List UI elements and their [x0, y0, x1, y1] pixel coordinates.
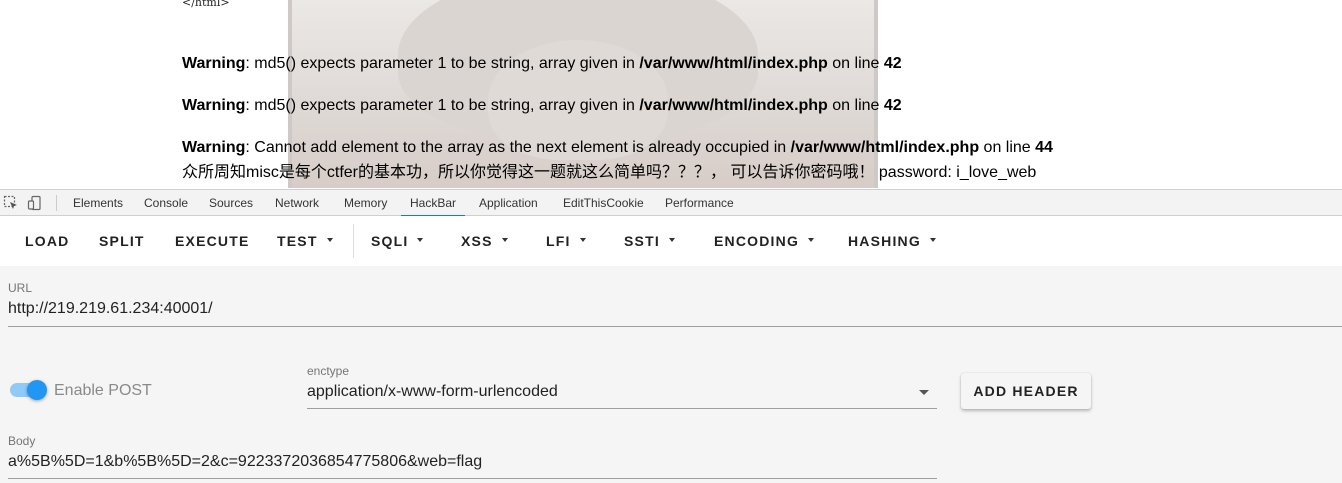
- ssti-menu-label: SSTI: [624, 233, 660, 249]
- tab-editthiscookie[interactable]: EditThisCookie: [554, 190, 653, 216]
- sqli-menu[interactable]: SQLI: [371, 216, 424, 266]
- encoding-menu-label: ENCODING: [714, 233, 800, 249]
- device-toolbar-icon[interactable]: [27, 195, 43, 211]
- tab-hackbar[interactable]: HackBar: [401, 190, 466, 217]
- hashing-menu[interactable]: HASHING: [848, 216, 936, 266]
- warning-message: : md5() expects parameter 1 to be string…: [245, 55, 640, 72]
- add-header-button[interactable]: ADD HEADER: [961, 373, 1091, 409]
- hackbar-toolbar: LOAD SPLIT EXECUTE TEST SQLI XSS LFI SST…: [0, 216, 1342, 266]
- php-warning: Warning: md5() expects parameter 1 to be…: [182, 55, 902, 73]
- warning-line-number: 44: [1035, 139, 1053, 156]
- sqli-menu-label: SQLI: [371, 233, 409, 249]
- hackbar-panel: URL http://219.219.61.234:40001/ Enable …: [0, 266, 1342, 483]
- tab-sources[interactable]: Sources: [200, 190, 262, 216]
- warning-on-line: on line: [827, 55, 884, 72]
- page-viewport: </html> Warning: md5() expects parameter…: [0, 0, 1342, 188]
- lfi-menu-label: LFI: [546, 233, 571, 249]
- tab-elements[interactable]: Elements: [64, 190, 132, 216]
- warning-line-number: 42: [883, 97, 902, 114]
- enable-post-label: Enable POST: [54, 382, 152, 399]
- test-menu-label: TEST: [277, 233, 318, 249]
- warning-file: /var/www/html/index.php: [639, 97, 828, 114]
- load-button[interactable]: LOAD: [25, 216, 69, 266]
- toolbar-divider: [353, 224, 354, 258]
- warning-file: /var/www/html/index.php: [790, 139, 980, 156]
- warning-on-line: on line: [827, 97, 884, 114]
- warning-file: /var/www/html/index.php: [639, 55, 828, 72]
- enctype-select[interactable]: application/x-www-form-urlencoded: [307, 383, 558, 401]
- devtools-tab-bar: Elements Console Sources Network Memory …: [0, 189, 1342, 217]
- inspect-element-icon[interactable]: [3, 195, 19, 211]
- php-warning: Warning: md5() expects parameter 1 to be…: [182, 97, 902, 115]
- chevron-down-icon: [417, 238, 424, 243]
- chevron-down-icon: [501, 238, 508, 243]
- tab-network[interactable]: Network: [266, 190, 328, 216]
- xss-menu[interactable]: XSS: [461, 216, 508, 266]
- chevron-down-icon: [808, 238, 815, 243]
- lfi-menu[interactable]: LFI: [546, 216, 586, 266]
- execute-button[interactable]: EXECUTE: [175, 216, 250, 266]
- chevron-down-icon: [326, 238, 333, 243]
- warning-label: Warning: [182, 55, 246, 72]
- url-input-underline: [8, 326, 1342, 327]
- hint-message: 众所周知misc是每个ctfer的基本功，所以你觉得这一题就这么简单吗？？？， …: [182, 164, 1037, 181]
- warning-label: Warning: [182, 139, 246, 156]
- enable-post-toggle[interactable]: [10, 380, 47, 400]
- encoding-menu[interactable]: ENCODING: [714, 216, 815, 266]
- tab-console[interactable]: Console: [135, 190, 197, 216]
- toolbar-divider: [56, 195, 57, 211]
- tab-memory[interactable]: Memory: [335, 190, 396, 216]
- warning-line-number: 42: [883, 55, 902, 72]
- chevron-down-icon: [668, 238, 675, 243]
- xss-menu-label: XSS: [461, 233, 493, 249]
- tab-performance[interactable]: Performance: [656, 190, 743, 216]
- test-menu[interactable]: TEST: [277, 216, 333, 266]
- hashing-menu-label: HASHING: [848, 233, 921, 249]
- chevron-down-icon: [579, 238, 586, 243]
- body-input[interactable]: a%5B%5D=1&b%5B%5D=2&c=922337203685477580…: [8, 453, 482, 471]
- warning-message: : md5() expects parameter 1 to be string…: [245, 97, 640, 114]
- body-label: Body: [8, 434, 36, 448]
- tab-application[interactable]: Application: [470, 190, 547, 216]
- toggle-knob: [27, 380, 47, 400]
- php-warning: Warning: Cannot add element to the array…: [182, 139, 1053, 157]
- html-close-tag: </html>: [182, 0, 230, 9]
- warning-message: : Cannot add element to the array as the…: [245, 139, 791, 156]
- url-input[interactable]: http://219.219.61.234:40001/: [8, 300, 213, 318]
- url-label: URL: [8, 281, 33, 295]
- warning-label: Warning: [182, 97, 246, 114]
- enctype-select-underline: [307, 408, 937, 409]
- dropdown-arrow-icon[interactable]: [919, 390, 929, 395]
- body-input-underline: [8, 478, 937, 479]
- chevron-down-icon: [929, 238, 936, 243]
- enctype-label: enctype: [307, 364, 350, 378]
- warning-on-line: on line: [979, 139, 1036, 156]
- split-button[interactable]: SPLIT: [99, 216, 145, 266]
- ssti-menu[interactable]: SSTI: [624, 216, 675, 266]
